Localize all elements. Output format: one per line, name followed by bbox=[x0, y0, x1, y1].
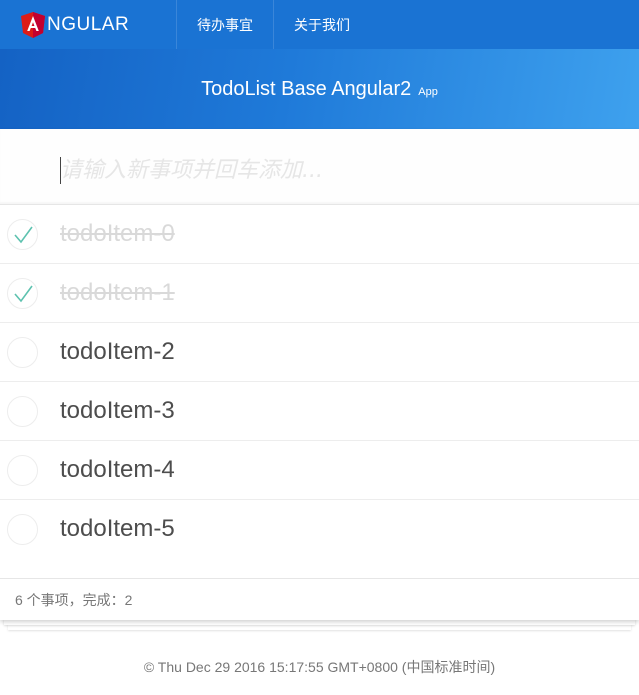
header-banner: TodoList Base Angular2 App bbox=[0, 49, 639, 129]
todo-toggle[interactable] bbox=[7, 396, 38, 427]
todo-toggle[interactable] bbox=[7, 337, 38, 368]
todo-toggle[interactable] bbox=[7, 278, 38, 309]
nav-link-todos[interactable]: 待办事宜 bbox=[176, 0, 273, 49]
todo-item: todoItem-0 bbox=[0, 205, 639, 264]
checkmark-icon bbox=[13, 285, 33, 302]
todo-label[interactable]: todoItem-0 bbox=[60, 222, 175, 246]
new-todo-input[interactable] bbox=[0, 129, 639, 205]
todo-toggle[interactable] bbox=[7, 514, 38, 545]
angular-shield-icon bbox=[21, 11, 45, 38]
brand-link[interactable]: NGULAR bbox=[0, 0, 176, 49]
todo-footer: 6 个事项，完成：2 bbox=[0, 578, 639, 620]
todo-toggle[interactable] bbox=[7, 219, 38, 250]
copyright-text: © Thu Dec 29 2016 15:17:55 GMT+0800 (中国标… bbox=[143, 659, 496, 675]
todo-count-summary: 6 个事项，完成：2 bbox=[15, 591, 133, 608]
top-navbar: NGULAR 待办事宜 关于我们 bbox=[0, 0, 639, 49]
page-subtitle: App bbox=[418, 86, 438, 98]
todo-card: todoItem-0 todoItem-1 todoItem-2 todoIte… bbox=[0, 129, 639, 620]
todo-label[interactable]: todoItem-2 bbox=[60, 340, 175, 364]
todo-toggle[interactable] bbox=[7, 455, 38, 486]
page-title: TodoList Base Angular2 bbox=[201, 77, 412, 100]
todo-item: todoItem-1 bbox=[0, 264, 639, 323]
brand-text: NGULAR bbox=[47, 14, 130, 35]
checkmark-icon bbox=[13, 226, 33, 243]
todo-item: todoItem-4 bbox=[0, 441, 639, 500]
todo-label[interactable]: todoItem-1 bbox=[60, 281, 175, 305]
text-cursor bbox=[60, 157, 61, 184]
todo-label[interactable]: todoItem-5 bbox=[60, 517, 175, 541]
todo-item: todoItem-3 bbox=[0, 382, 639, 441]
todo-label[interactable]: todoItem-4 bbox=[60, 458, 175, 482]
todo-list: todoItem-0 todoItem-1 todoItem-2 todoIte… bbox=[0, 205, 639, 559]
todo-item: todoItem-5 bbox=[0, 500, 639, 559]
nav-link-about[interactable]: 关于我们 bbox=[273, 0, 370, 49]
todo-label[interactable]: todoItem-3 bbox=[60, 399, 175, 423]
todo-item: todoItem-2 bbox=[0, 323, 639, 382]
